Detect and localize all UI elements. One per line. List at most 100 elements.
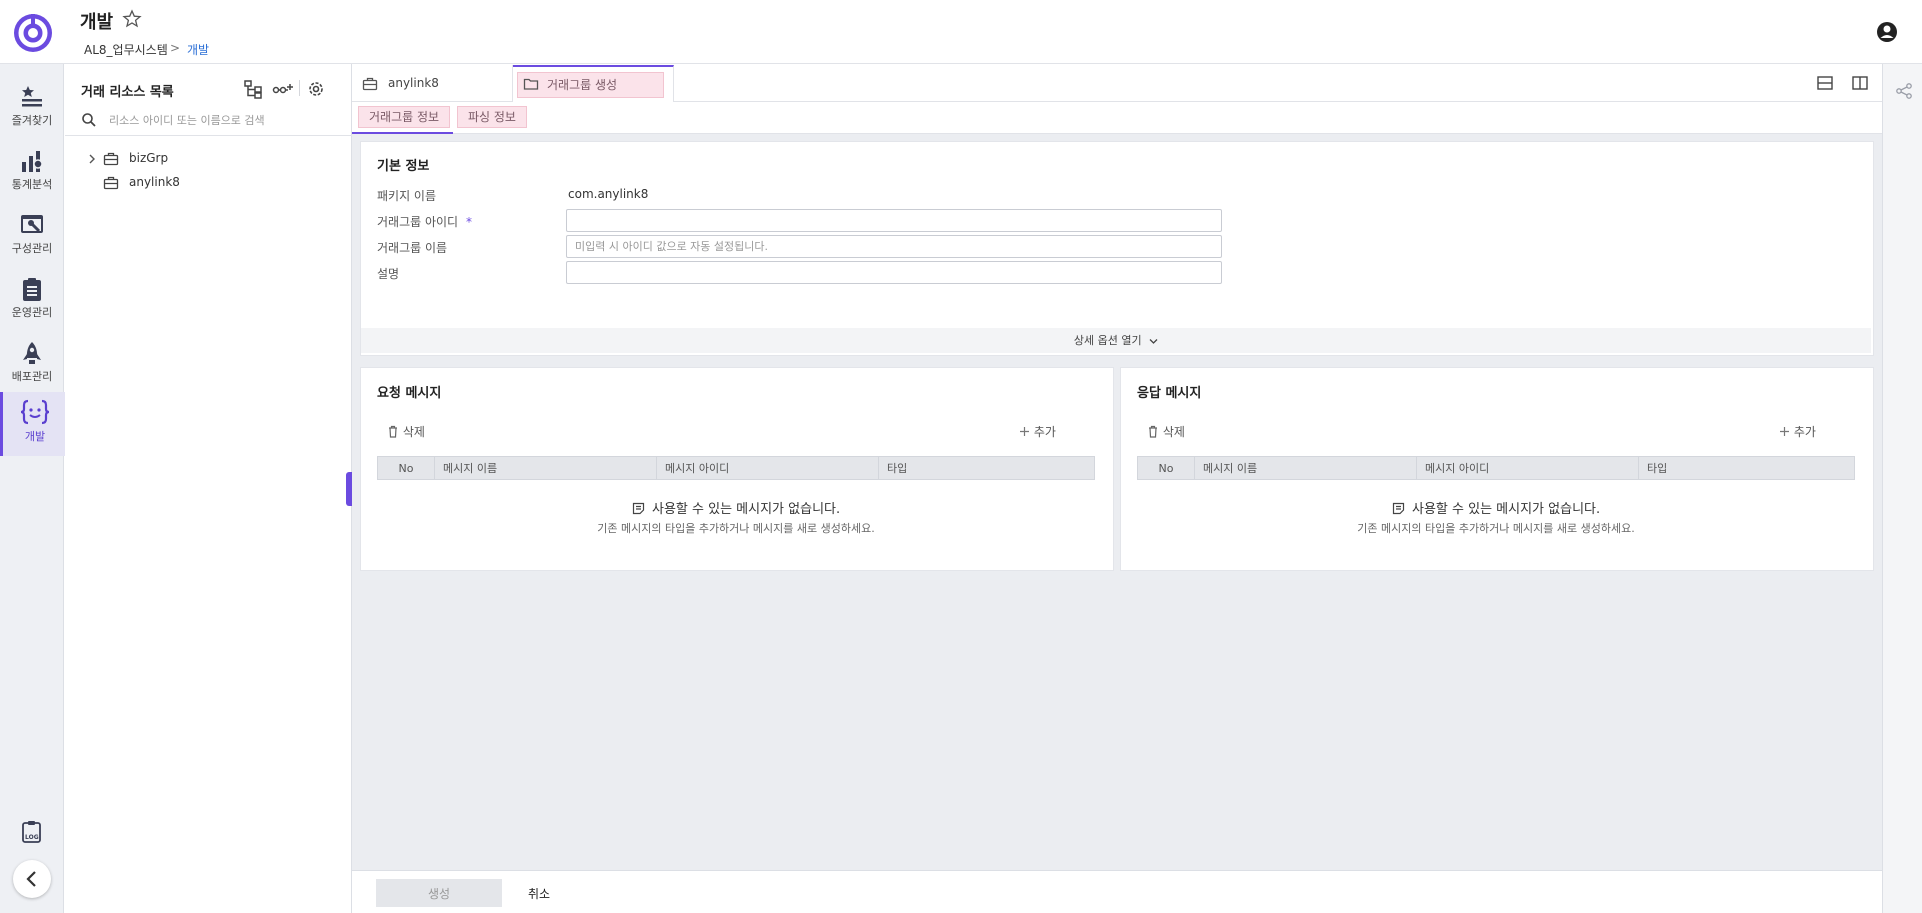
tree-item-anylink8[interactable]: anylink8 bbox=[65, 172, 352, 194]
split-horizontal-icon[interactable] bbox=[1817, 76, 1833, 90]
request-message-table: No 메시지 이름 메시지 아이디 타입 bbox=[377, 456, 1095, 480]
package-name-value: com.anylink8 bbox=[568, 187, 649, 201]
nav-label: 통계분석 bbox=[11, 178, 53, 191]
request-delete-button[interactable]: 삭제 bbox=[387, 423, 425, 440]
tree-item-bizgrp[interactable]: bizGrp bbox=[65, 148, 352, 170]
breadcrumb-item-system[interactable]: AL8_업무시스템 bbox=[84, 41, 168, 58]
clipboard-icon bbox=[23, 278, 41, 301]
group-id-input[interactable] bbox=[566, 209, 1222, 232]
tab-anylink8[interactable]: anylink8 bbox=[352, 65, 513, 101]
empty-state-title-text: 사용할 수 있는 메시지가 없습니다. bbox=[1412, 502, 1601, 517]
subtab-parsing-info[interactable]: 파싱 정보 bbox=[457, 106, 527, 128]
search-icon bbox=[82, 113, 96, 127]
advanced-options-toggle[interactable]: 상세 옵션 열기 bbox=[361, 328, 1871, 353]
column-header-no[interactable]: No bbox=[1137, 456, 1195, 480]
add-node-icon[interactable] bbox=[272, 78, 294, 100]
request-add-button[interactable]: 추가 bbox=[1019, 423, 1056, 440]
config-window-icon bbox=[21, 215, 43, 233]
add-label: 추가 bbox=[1793, 425, 1816, 439]
chevron-left-icon bbox=[26, 871, 36, 887]
column-header-msg-name[interactable]: 메시지 이름 bbox=[1194, 456, 1417, 480]
basic-info-card: 기본 정보 패키지 이름 com.anylink8 거래그룹 아이디 * 거래그… bbox=[360, 141, 1874, 356]
tree-structure-icon[interactable] bbox=[242, 78, 264, 100]
folder-icon bbox=[523, 78, 539, 90]
empty-state-title: 사용할 수 있는 메시지가 없습니다. bbox=[361, 498, 1111, 517]
split-vertical-icon[interactable] bbox=[1852, 76, 1868, 90]
resource-panel-title: 거래 리소스 목록 bbox=[81, 85, 174, 100]
group-id-label-text: 거래그룹 아이디 bbox=[377, 215, 459, 229]
description-label: 설명 bbox=[377, 267, 400, 281]
briefcase-icon bbox=[103, 176, 119, 190]
create-button[interactable]: 생성 bbox=[376, 879, 502, 907]
column-header-msg-name[interactable]: 메시지 이름 bbox=[434, 456, 657, 480]
tree-item-label: anylink8 bbox=[129, 175, 180, 189]
basic-info-title: 기본 정보 bbox=[377, 159, 430, 174]
delete-label: 삭제 bbox=[1162, 425, 1185, 439]
nav-item-statistics[interactable]: 통계분석 bbox=[0, 142, 64, 204]
request-message-card: 요청 메시지 삭제 추가 No 메시지 이름 메시지 아이디 타입 사용할 수 … bbox=[360, 367, 1114, 571]
response-add-button[interactable]: 추가 bbox=[1779, 423, 1816, 440]
rocket-icon bbox=[23, 342, 41, 364]
star-list-icon bbox=[22, 86, 42, 107]
user-account-icon[interactable] bbox=[1876, 21, 1898, 43]
column-header-no[interactable]: No bbox=[377, 456, 435, 480]
nav-item-favorites[interactable]: 즐겨찾기 bbox=[0, 78, 64, 140]
nav-label: 즐겨찾기 bbox=[11, 114, 53, 127]
collapse-nav-button[interactable] bbox=[13, 860, 51, 898]
column-header-type[interactable]: 타입 bbox=[1638, 456, 1855, 480]
subtab-group-info[interactable]: 거래그룹 정보 bbox=[358, 106, 451, 128]
chevron-down-icon bbox=[1149, 338, 1158, 344]
chevron-right-icon[interactable] bbox=[87, 154, 97, 164]
column-header-type[interactable]: 타입 bbox=[878, 456, 1095, 480]
group-id-label: 거래그룹 아이디 * bbox=[377, 213, 472, 230]
nav-label: 배포관리 bbox=[11, 370, 53, 383]
empty-state-title: 사용할 수 있는 메시지가 없습니다. bbox=[1121, 498, 1871, 517]
share-graph-icon[interactable] bbox=[1895, 82, 1913, 100]
request-message-title: 요청 메시지 bbox=[377, 386, 442, 401]
tab-label: anylink8 bbox=[388, 76, 439, 90]
description-input[interactable] bbox=[566, 261, 1222, 284]
log-icon[interactable]: LOG bbox=[20, 820, 44, 844]
group-name-label: 거래그룹 이름 bbox=[377, 241, 448, 255]
nav-item-deploy[interactable]: 배포관리 bbox=[0, 334, 64, 396]
delete-label: 삭제 bbox=[402, 425, 425, 439]
app-logo-icon[interactable] bbox=[12, 12, 54, 54]
empty-state-title-text: 사용할 수 있는 메시지가 없습니다. bbox=[652, 502, 841, 517]
nav-label: 구성관리 bbox=[11, 242, 53, 255]
resource-panel: 거래 리소스 목록 bizGrp anylink8 bbox=[65, 64, 352, 913]
sub-tab-bar: 거래그룹 정보 파싱 정보 bbox=[352, 102, 1882, 134]
column-header-msg-id[interactable]: 메시지 아이디 bbox=[656, 456, 879, 480]
nav-label: 운영관리 bbox=[11, 306, 53, 319]
response-message-table: No 메시지 이름 메시지 아이디 타입 bbox=[1137, 456, 1855, 480]
note-icon bbox=[632, 502, 644, 515]
resource-search-input[interactable] bbox=[107, 108, 341, 132]
breadcrumb-item-current[interactable]: 개발 bbox=[187, 41, 209, 58]
cancel-button[interactable]: 취소 bbox=[522, 879, 556, 907]
tab-create-group[interactable]: 거래그룹 생성 bbox=[513, 65, 674, 103]
subtab-active-indicator bbox=[352, 132, 453, 134]
empty-state-subtitle: 기존 메시지의 타입을 추가하거나 메시지를 새로 생성하세요. bbox=[597, 522, 875, 535]
response-delete-button[interactable]: 삭제 bbox=[1147, 423, 1185, 440]
nav-label: 개발 bbox=[24, 430, 46, 443]
form-footer: 생성 취소 bbox=[352, 870, 1882, 913]
nav-item-development[interactable]: 개발 bbox=[0, 392, 67, 456]
code-brackets-icon bbox=[20, 399, 50, 425]
app-header: 개발 AL8_업무시스템 > 개발 bbox=[0, 0, 1922, 64]
package-name-label: 패키지 이름 bbox=[377, 189, 437, 203]
breadcrumb-separator: > bbox=[170, 41, 181, 55]
toolbar-divider bbox=[299, 80, 300, 96]
table-header-row: No 메시지 이름 메시지 아이디 타입 bbox=[377, 456, 1095, 480]
main-content: anylink8 거래그룹 생성 거래그룹 정보 파싱 정보 기본 정보 패키지… bbox=[352, 64, 1882, 913]
favorite-star-icon[interactable] bbox=[122, 9, 142, 29]
nav-item-config[interactable]: 구성관리 bbox=[0, 206, 64, 268]
group-name-input[interactable] bbox=[566, 235, 1222, 258]
add-label: 추가 bbox=[1033, 425, 1056, 439]
tree-item-label: bizGrp bbox=[129, 151, 169, 165]
empty-state-subtitle: 기존 메시지의 타입을 추가하거나 메시지를 새로 생성하세요. bbox=[1357, 522, 1635, 535]
response-message-card: 응답 메시지 삭제 추가 No 메시지 이름 메시지 아이디 타입 사용할 수 … bbox=[1120, 367, 1874, 571]
editor-tab-bar: anylink8 거래그룹 생성 bbox=[352, 64, 1882, 103]
settings-gear-icon[interactable] bbox=[305, 78, 327, 100]
nav-item-operations[interactable]: 운영관리 bbox=[0, 270, 64, 332]
advanced-options-label: 상세 옵션 열기 bbox=[1073, 334, 1142, 347]
column-header-msg-id[interactable]: 메시지 아이디 bbox=[1416, 456, 1639, 480]
